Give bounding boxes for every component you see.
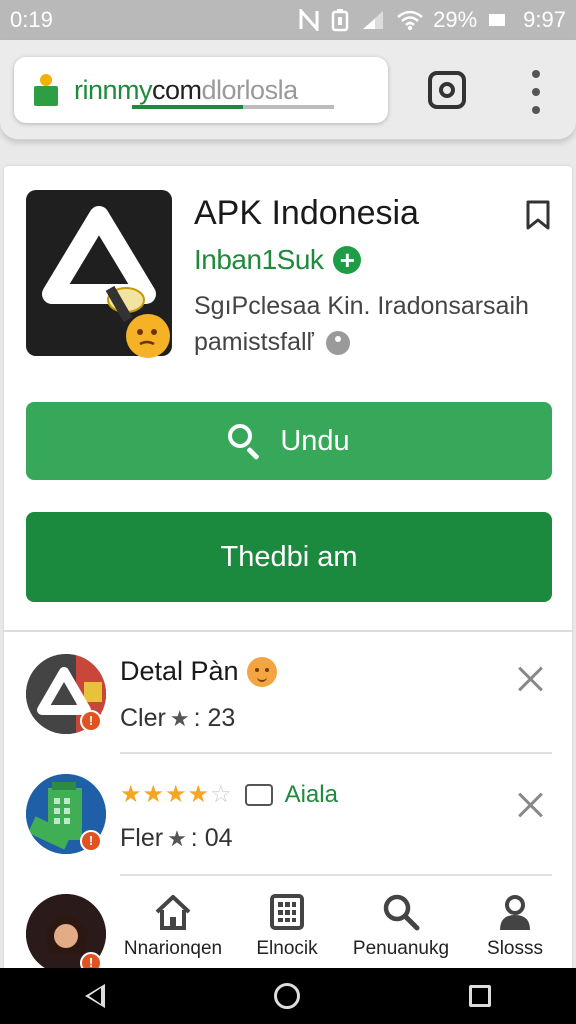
nfc-icon xyxy=(299,9,319,31)
system-navigation-bar xyxy=(0,968,576,1024)
nav-label: Penuanukg xyxy=(352,938,450,959)
person-icon xyxy=(495,892,535,932)
rating-stars: ★★★★☆ xyxy=(120,781,233,808)
app-description-line1: SgıPclesaa Kin. Iradonsarsaih xyxy=(194,292,529,320)
app-description-row2: pamistsfalľ xyxy=(194,328,350,357)
developer-row: Inban1Suk + xyxy=(194,244,362,276)
camera-icon[interactable] xyxy=(428,71,466,109)
secondary-button[interactable]: Thedbi am xyxy=(26,512,552,602)
search-icon xyxy=(381,892,421,932)
app-description-line2: pamistsfalľ xyxy=(194,328,314,356)
status-time-right: 9:97 xyxy=(523,7,566,32)
star-icon: ★ xyxy=(167,825,187,851)
chat-icon xyxy=(244,783,273,806)
signal-icon xyxy=(361,9,385,31)
url-text: rinnmycomdlorlosla xyxy=(74,74,298,105)
home-button-icon[interactable] xyxy=(273,983,300,1009)
battery-saver-icon xyxy=(331,8,349,32)
nav-label: Nnarionqen xyxy=(123,938,223,959)
list-item[interactable]: ! Detal Pàn Cler ★ : 23 xyxy=(4,652,572,772)
grid-icon xyxy=(267,892,307,932)
app-icon[interactable] xyxy=(26,190,172,358)
url-bar[interactable]: rinnmycomdlorlosla xyxy=(14,57,388,123)
battery-icon xyxy=(489,13,507,27)
list-item-subtitle: Fler ★ : 04 xyxy=(120,824,233,852)
nav-item-apps[interactable]: Elnocik xyxy=(230,886,344,968)
browser-toolbar: rinnmycomdlorlosla xyxy=(0,40,576,140)
page-load-progress xyxy=(132,105,334,109)
status-time-left: 0:19 xyxy=(10,7,53,32)
location-pin-icon[interactable] xyxy=(325,330,350,355)
status-bar: 0:19 29% 9:97 xyxy=(0,0,576,40)
search-icon xyxy=(228,424,262,461)
bottom-navigation: Nnarionqen Elnocik Penuanukg Slosss xyxy=(116,886,572,968)
nav-item-home[interactable]: Nnarionqen xyxy=(116,886,230,968)
app-title: APK Indonesia xyxy=(194,194,419,232)
back-icon[interactable] xyxy=(84,984,105,1008)
emoji-icon xyxy=(246,656,277,687)
list-item-title: Detal Pàn xyxy=(120,656,277,687)
close-icon[interactable] xyxy=(518,792,544,818)
nav-label: Slosss xyxy=(487,938,543,959)
download-button-label: Undu xyxy=(280,424,350,457)
list-item[interactable]: ! ★★★★☆ Aiala Fler ★ : 04 xyxy=(4,774,572,894)
secondary-button-label: Thedbi am xyxy=(220,540,358,573)
overflow-menu-icon[interactable] xyxy=(526,70,546,114)
nav-label: Elnocik xyxy=(256,938,318,959)
plus-icon[interactable]: + xyxy=(333,246,362,274)
home-icon xyxy=(153,892,193,932)
avatar-badge: ! xyxy=(80,830,102,852)
star-icon: ★ xyxy=(169,705,190,731)
wifi-icon xyxy=(397,9,423,31)
site-info-icon[interactable] xyxy=(32,74,60,106)
avatar-badge: ! xyxy=(80,710,102,732)
list-item-subtitle: Cler ★ : 23 xyxy=(120,704,236,732)
developer-name[interactable]: Inban1Suk xyxy=(194,244,324,276)
row-separator xyxy=(120,752,552,754)
divider xyxy=(4,630,572,632)
nav-item-search[interactable]: Penuanukg xyxy=(344,886,458,968)
close-icon[interactable] xyxy=(518,666,544,692)
battery-percent: 29% xyxy=(433,7,478,32)
row-separator xyxy=(120,874,552,876)
bookmark-icon[interactable] xyxy=(524,200,552,230)
nav-item-profile[interactable]: Slosss xyxy=(458,886,572,968)
download-button[interactable]: Undu xyxy=(26,402,552,480)
recents-icon[interactable] xyxy=(469,985,492,1007)
list-item-rating: ★★★★☆ Aiala xyxy=(120,780,338,809)
screen: 0:19 29% 9:97 rinnmycomdlorlosla APK Ind… xyxy=(0,0,576,1024)
